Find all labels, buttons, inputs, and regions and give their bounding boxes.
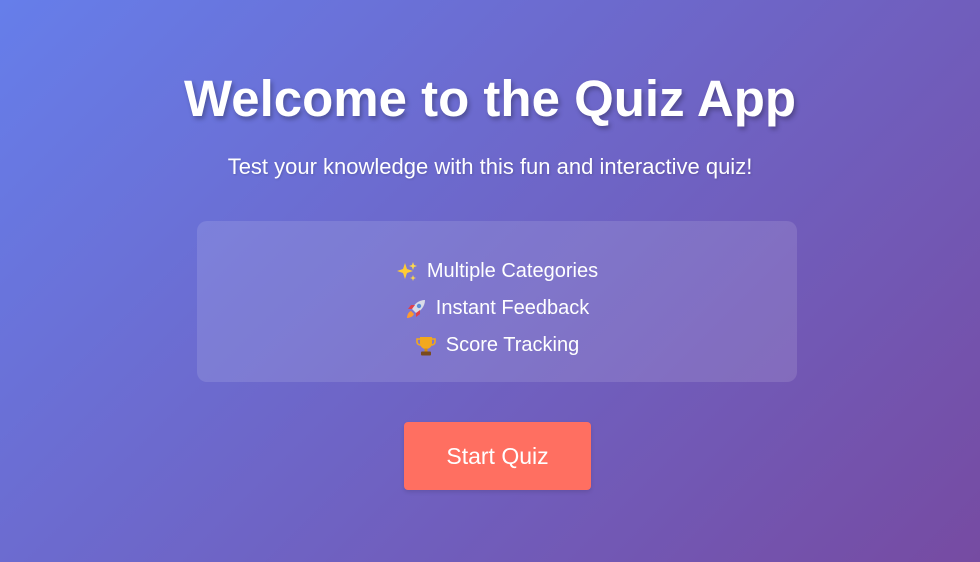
feature-label: Instant Feedback — [435, 297, 590, 319]
feature-label: Score Tracking — [445, 334, 580, 356]
page-title: Welcome to the Quiz App — [183, 70, 797, 127]
sparkles-icon — [396, 261, 418, 283]
feature-item: Instant Feedback — [197, 290, 797, 327]
feature-item: Score Tracking — [197, 327, 797, 364]
feature-item: Multiple Categories — [197, 253, 797, 290]
start-quiz-button[interactable]: Start Quiz — [404, 422, 591, 490]
feature-label: Multiple Categories — [426, 260, 599, 282]
features-panel: Multiple Categories Instant Feedback Sco… — [197, 221, 797, 382]
welcome-screen: Welcome to the Quiz App Test your knowle… — [0, 0, 980, 562]
page-subtitle: Test your knowledge with this fun and in… — [227, 154, 753, 179]
rocket-icon — [405, 298, 427, 320]
trophy-icon — [415, 335, 437, 357]
